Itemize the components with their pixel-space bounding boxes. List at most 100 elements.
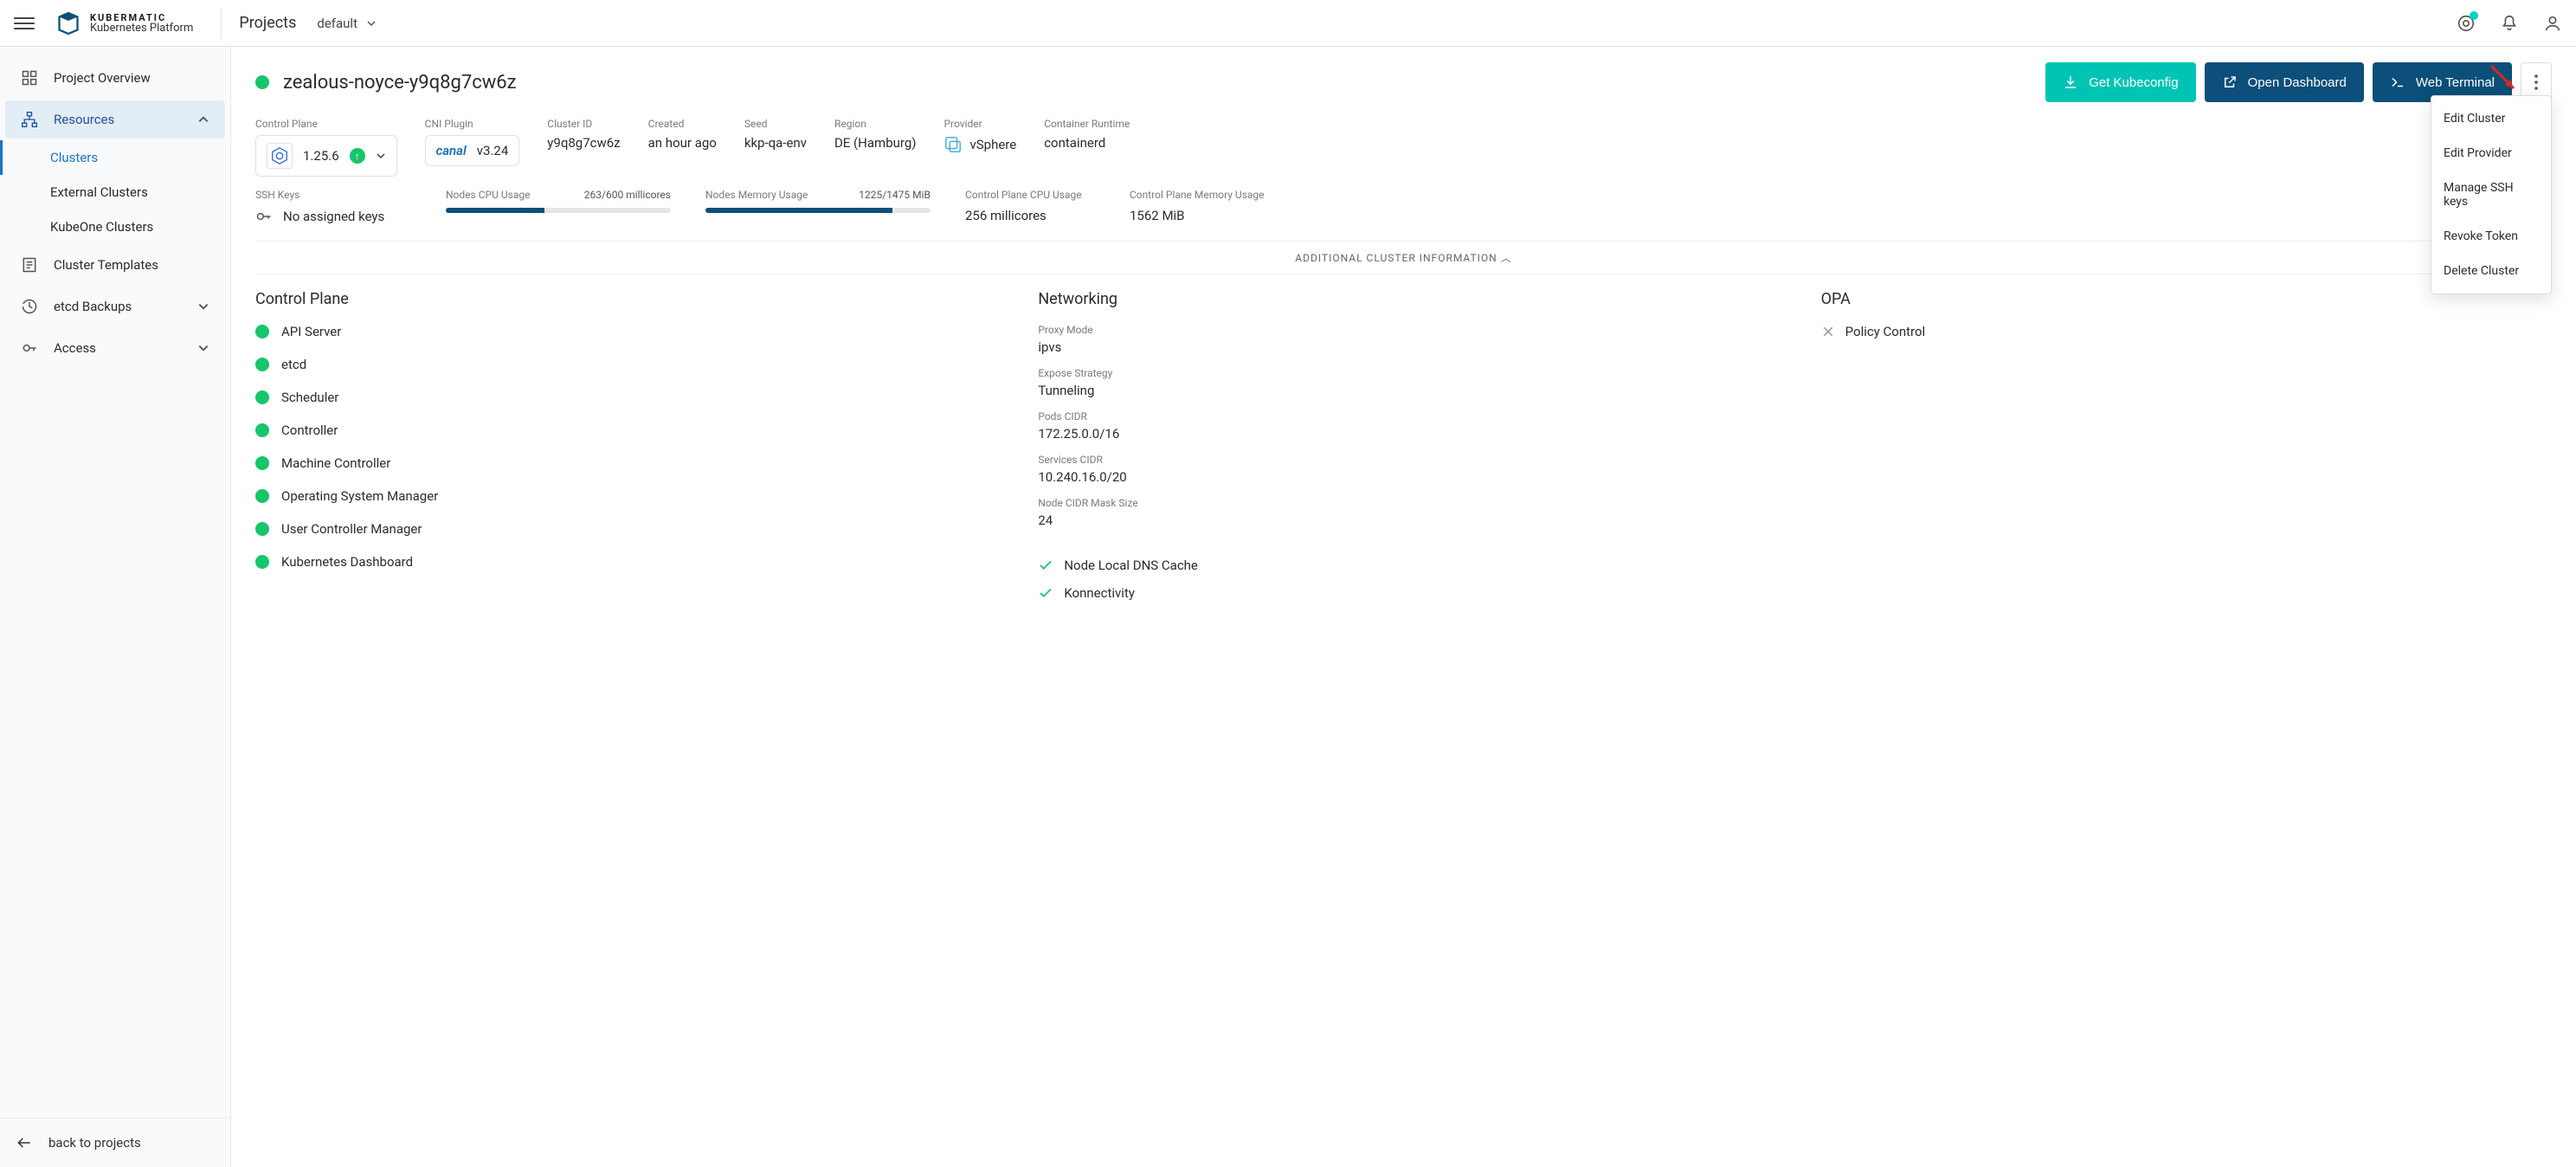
project-select[interactable]: default bbox=[317, 16, 377, 31]
opa-policy-control: Policy Control bbox=[1821, 324, 2552, 339]
kubernetes-logo-icon bbox=[267, 143, 293, 169]
cp-item: Kubernetes Dashboard bbox=[255, 554, 986, 570]
status-dot-green bbox=[255, 423, 269, 437]
upgrade-available-icon: ↑ bbox=[350, 148, 365, 164]
chevron-up-icon bbox=[197, 113, 209, 126]
cluster-id-block: Cluster ID y9q8g7cw6z bbox=[547, 118, 620, 151]
sidebar: Project Overview Resources Clusters Exte… bbox=[0, 47, 231, 1167]
memory-usage-block: Nodes Memory Usage1225/1475 MiB bbox=[705, 189, 931, 213]
usage-row: SSH Keys No assigned keys Nodes CPU Usag… bbox=[255, 189, 2552, 225]
status-dot-green bbox=[255, 522, 269, 536]
memory-progress bbox=[705, 208, 931, 213]
cni-version-box[interactable]: canal v3.24 bbox=[425, 135, 520, 166]
network-check: Konnectivity bbox=[1038, 585, 1768, 601]
status-dot-green bbox=[255, 489, 269, 503]
cpu-progress bbox=[446, 208, 671, 213]
bell-icon[interactable] bbox=[2500, 14, 2519, 33]
sidebar-item-overview[interactable]: Project Overview bbox=[5, 59, 225, 97]
cp-item: Controller bbox=[255, 422, 986, 438]
cp-mem-block: Control Plane Memory Usage 1562 MiB bbox=[1130, 189, 1265, 223]
cp-item: API Server bbox=[255, 324, 986, 339]
sidebar-item-resources[interactable]: Resources bbox=[5, 100, 225, 139]
history-icon bbox=[21, 298, 38, 315]
status-indicator bbox=[255, 75, 269, 89]
hierarchy-icon bbox=[21, 111, 38, 128]
menu-edit-cluster[interactable]: Edit Cluster bbox=[2431, 101, 2551, 136]
provider-block: Provider vSphere bbox=[943, 118, 1016, 154]
external-link-icon bbox=[2222, 74, 2238, 90]
networking-heading: Networking bbox=[1038, 290, 1768, 308]
projects-label[interactable]: Projects bbox=[239, 14, 296, 32]
cni-block: CNI Plugin canal v3.24 bbox=[425, 118, 520, 166]
status-dot-green bbox=[255, 325, 269, 338]
x-icon bbox=[1821, 325, 1835, 338]
menu-revoke-token[interactable]: Revoke Token bbox=[2431, 219, 2551, 254]
brand-name-top: KUBERMATIC bbox=[90, 13, 193, 23]
status-dot-green bbox=[255, 555, 269, 569]
control-plane-heading: Control Plane bbox=[255, 290, 986, 308]
brand[interactable]: KUBERMATIC Kubernetes Platform bbox=[55, 10, 193, 36]
sidebar-item-access[interactable]: Access bbox=[5, 329, 225, 367]
key-icon bbox=[21, 339, 38, 357]
chevron-down-icon bbox=[197, 342, 209, 354]
networking-column: Networking Proxy Modeipvs Expose Strateg… bbox=[1038, 290, 1768, 613]
content: zealous-noyce-y9q8g7cw6z Get Kubeconfig … bbox=[231, 47, 2576, 1167]
brand-name-bottom: Kubernetes Platform bbox=[90, 23, 193, 34]
key-icon bbox=[255, 208, 273, 225]
control-plane-version-box[interactable]: 1.25.6 ↑ bbox=[255, 135, 397, 177]
control-plane-version-block: Control Plane 1.25.6 ↑ bbox=[255, 118, 397, 177]
menu-delete-cluster[interactable]: Delete Cluster bbox=[2431, 254, 2551, 288]
created-block: Created an hour ago bbox=[648, 118, 717, 151]
menu-manage-ssh[interactable]: Manage SSH keys bbox=[2431, 171, 2551, 219]
cp-item: User Controller Manager bbox=[255, 521, 986, 537]
topbar: KUBERMATIC Kubernetes Platform Projects … bbox=[0, 0, 2576, 47]
chevron-down-icon bbox=[197, 300, 209, 313]
grid-icon bbox=[21, 69, 38, 87]
terminal-icon bbox=[2390, 74, 2405, 90]
canal-logo-icon: canal bbox=[436, 143, 467, 158]
get-kubeconfig-button[interactable]: Get Kubeconfig bbox=[2045, 62, 2195, 102]
vsphere-logo-icon bbox=[943, 135, 963, 154]
cp-cpu-block: Control Plane CPU Usage 256 millicores bbox=[965, 189, 1095, 223]
sidebar-sub-external-clusters[interactable]: External Clusters bbox=[0, 175, 230, 210]
menu-edit-provider[interactable]: Edit Provider bbox=[2431, 136, 2551, 171]
more-vertical-icon bbox=[2534, 74, 2538, 90]
status-dot-green bbox=[255, 390, 269, 404]
sidebar-item-templates[interactable]: Cluster Templates bbox=[5, 246, 225, 284]
check-icon bbox=[1038, 558, 1053, 573]
region-block: Region DE (Hamburg) bbox=[834, 118, 917, 151]
separator bbox=[221, 8, 222, 39]
changelog-icon[interactable] bbox=[2457, 14, 2476, 33]
check-icon bbox=[1038, 585, 1053, 601]
notification-dot bbox=[2470, 11, 2478, 20]
info-row: Control Plane 1.25.6 ↑ CNI Plugin canal … bbox=[255, 118, 2552, 177]
opa-column: OPA Policy Control bbox=[1821, 290, 2552, 613]
cpu-usage-block: Nodes CPU Usage263/600 millicores bbox=[446, 189, 671, 213]
download-icon bbox=[2063, 74, 2078, 90]
chevron-down-icon bbox=[366, 18, 377, 29]
sidebar-sub-kubeone-clusters[interactable]: KubeOne Clusters bbox=[0, 210, 230, 244]
sidebar-item-label: Resources bbox=[54, 112, 114, 127]
additional-info-toggle[interactable]: ADDITIONAL CLUSTER INFORMATION ︿ bbox=[255, 241, 2552, 274]
sidebar-item-etcd-backups[interactable]: etcd Backups bbox=[5, 287, 225, 326]
control-plane-column: Control Plane API Server etcd Scheduler … bbox=[255, 290, 986, 613]
sidebar-item-label: Access bbox=[54, 340, 96, 356]
cp-item: Operating System Manager bbox=[255, 488, 986, 504]
cp-item: Machine Controller bbox=[255, 455, 986, 471]
network-check: Node Local DNS Cache bbox=[1038, 558, 1768, 573]
open-dashboard-button[interactable]: Open Dashboard bbox=[2205, 62, 2364, 102]
ssh-keys-block: SSH Keys No assigned keys bbox=[255, 189, 411, 225]
status-dot-green bbox=[255, 456, 269, 470]
sidebar-sub-clusters[interactable]: Clusters bbox=[0, 140, 230, 175]
chevron-down-icon bbox=[376, 151, 386, 161]
cp-item: etcd bbox=[255, 357, 986, 372]
user-icon[interactable] bbox=[2543, 14, 2562, 33]
back-to-projects[interactable]: back to projects bbox=[0, 1118, 230, 1167]
runtime-block: Container Runtime containerd bbox=[1044, 118, 1130, 151]
menu-toggle-icon[interactable] bbox=[14, 13, 35, 34]
seed-block: Seed kkp-qa-env bbox=[744, 118, 807, 151]
chevron-up-icon: ︿ bbox=[1501, 252, 1512, 264]
sidebar-item-label: etcd Backups bbox=[54, 299, 132, 314]
arrow-left-icon bbox=[16, 1134, 33, 1151]
template-icon bbox=[21, 256, 38, 274]
